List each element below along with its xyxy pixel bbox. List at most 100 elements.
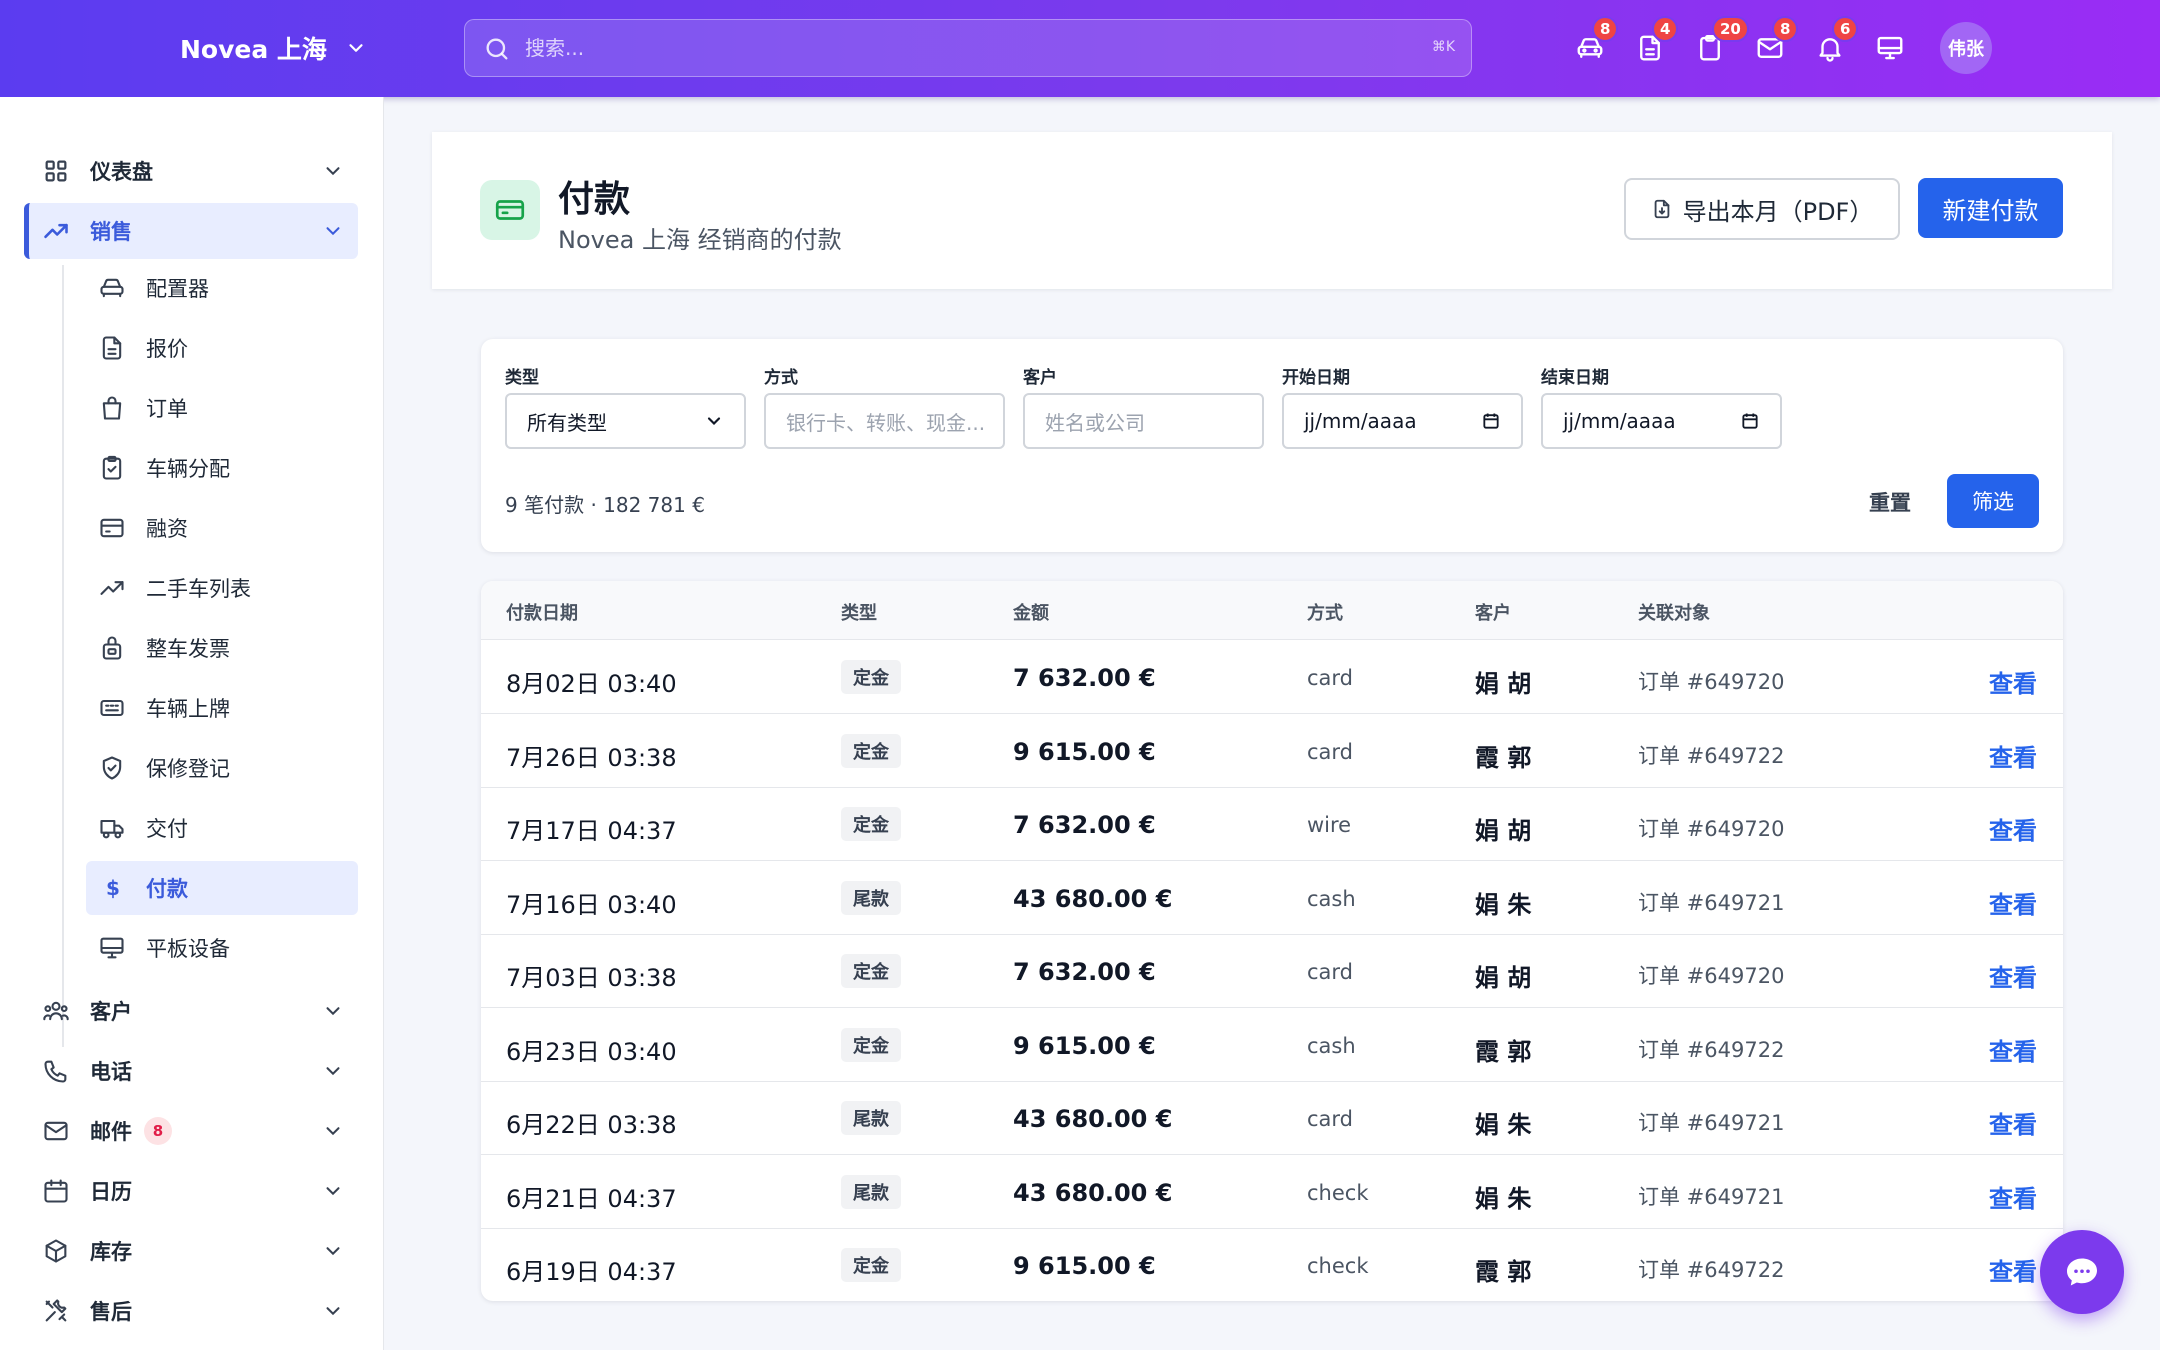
chevron-down-icon — [326, 1127, 340, 1136]
view-link[interactable]: 查看 — [1989, 738, 2037, 773]
filter-panel: 类型 所有类型 方式 银行卡、转账、现金... 客户 姓名或公司 开始日期 jj… — [481, 339, 2063, 552]
table-row[interactable]: 6月22日 03:38 尾款 43 680.00 € card 娟 朱 订单 #64972… — [481, 1081, 2063, 1155]
end-date-input[interactable]: jj/mm/aaaa — [1541, 393, 1782, 449]
payment-date-cell: 6月21日 04:37 — [506, 1184, 677, 1213]
new-payment-button[interactable]: 新建付款 — [1918, 178, 2063, 238]
type-select[interactable]: 所有类型 — [505, 393, 746, 449]
notification-badge: 6 — [1832, 16, 1859, 42]
sidebar-item-orders[interactable]: 订单 — [86, 381, 358, 435]
document-notifications-button[interactable]: 4 — [1632, 16, 1679, 66]
sidebar-item-tablets[interactable]: 平板设备 — [86, 921, 358, 975]
sidebar-item-customers[interactable]: 客户 — [24, 983, 358, 1039]
view-link[interactable]: 查看 — [1989, 885, 2037, 920]
sidebar-item-warranty[interactable]: 保修登记 — [86, 741, 358, 795]
view-link[interactable]: 查看 — [1989, 1179, 2037, 1214]
trending-up-icon — [100, 581, 124, 595]
column-header-related[interactable]: 关联对象 — [1638, 599, 1710, 625]
method-cell: card — [1307, 960, 1354, 984]
alerts-button[interactable]: 6 — [1812, 16, 1859, 66]
sidebar-item-label: 订单 — [146, 397, 188, 421]
sidebar-item-vehicle-invoice[interactable]: 整车发票 — [86, 621, 358, 675]
global-search[interactable]: ⌘K — [464, 19, 1472, 77]
customer-input[interactable]: 姓名或公司 — [1023, 393, 1264, 449]
car-notifications-button[interactable]: 8 — [1572, 16, 1619, 66]
view-link[interactable]: 查看 — [1989, 811, 2037, 846]
payment-type-badge: 尾款 — [841, 880, 901, 915]
chevron-down-icon — [326, 167, 340, 176]
view-link[interactable]: 查看 — [1989, 664, 2037, 699]
export-pdf-button[interactable]: 导出本月（PDF） — [1624, 178, 1900, 240]
dealer-switcher[interactable]: Novea 上海 — [180, 30, 367, 66]
column-header-method[interactable]: 方式 — [1307, 599, 1343, 625]
table-row[interactable]: 7月26日 03:38 定金 9 615.00 € card 霞 郭 订单 #649722… — [481, 714, 2063, 788]
view-link[interactable]: 查看 — [1989, 1032, 2037, 1067]
customer-cell: 娟 胡 — [1475, 817, 1532, 845]
sidebar-item-after-sales[interactable]: 售后 — [24, 1283, 358, 1339]
method-input[interactable]: 银行卡、转账、现金... — [764, 393, 1005, 449]
sidebar-item-dashboard[interactable]: 仪表盘 — [24, 143, 358, 199]
mail-count-badge: 8 — [144, 1117, 172, 1145]
sidebar-item-label: 客户 — [90, 1000, 132, 1024]
amount-cell: 9 615.00 € — [1013, 737, 1156, 766]
sidebar-item-quotes[interactable]: 报价 — [86, 321, 358, 375]
sidebar-item-delivery[interactable]: 交付 — [86, 801, 358, 855]
mail-notifications-button[interactable]: 8 — [1752, 16, 1799, 66]
sidebar-item-label: 邮件 — [90, 1120, 132, 1144]
customer-cell: 娟 朱 — [1475, 890, 1532, 919]
display-button[interactable] — [1872, 30, 1908, 66]
chat-button[interactable] — [2040, 1230, 2124, 1314]
reset-button[interactable]: 重置 — [1869, 487, 1911, 517]
calendar-icon — [44, 1179, 68, 1203]
sidebar-item-label: 销售 — [90, 220, 132, 244]
search-shortcut: ⌘K — [1431, 39, 1455, 55]
method-cell: cash — [1307, 886, 1356, 911]
table-row[interactable]: 6月21日 04:37 尾款 43 680.00 € check 娟 朱 订单 #6497… — [481, 1155, 2063, 1229]
grid-icon — [45, 160, 67, 182]
sidebar-item-label: 仪表盘 — [90, 160, 153, 184]
sidebar-item-payments[interactable]: $ 付款 — [86, 861, 358, 915]
related-order-cell: 订单 #649722 — [1638, 1037, 1785, 1062]
method-cell: cash — [1307, 1033, 1356, 1058]
sidebar-item-label: 库存 — [90, 1240, 132, 1264]
search-input[interactable] — [525, 20, 1385, 76]
sidebar-item-phone[interactable]: 电话 — [24, 1043, 358, 1099]
view-link[interactable]: 查看 — [1989, 1252, 2037, 1287]
user-avatar[interactable]: 伟张 — [1940, 22, 1992, 74]
phone-icon — [44, 1060, 67, 1083]
column-header-amount[interactable]: 金额 — [1013, 599, 1049, 625]
sidebar-item-inventory[interactable]: 库存 — [24, 1223, 358, 1279]
view-link[interactable]: 查看 — [1989, 958, 2037, 993]
sidebar-item-registration[interactable]: 车辆上牌 — [86, 681, 358, 735]
start-date-input[interactable]: jj/mm/aaaa — [1282, 393, 1523, 449]
filter-button[interactable]: 筛选 — [1947, 474, 2039, 528]
table-row[interactable]: 7月16日 03:40 尾款 43 680.00 € cash 娟 朱 订单 #64972… — [481, 861, 2063, 935]
table-row[interactable]: 6月19日 04:37 定金 9 615.00 € check 霞 郭 订单 #64972… — [481, 1228, 2063, 1301]
notification-badge: 8 — [1772, 16, 1799, 42]
view-link[interactable]: 查看 — [1989, 1105, 2037, 1140]
sidebar-item-sales[interactable]: 销售 — [24, 203, 358, 259]
tasks-notifications-button[interactable]: 20 — [1692, 16, 1749, 66]
table-row[interactable]: 7月17日 04:37 定金 7 632.00 € wire 娟 胡 订单 #649720… — [481, 787, 2063, 861]
column-header-customer[interactable]: 客户 — [1475, 599, 1511, 625]
sidebar-item-label: 保修登记 — [146, 757, 230, 781]
sidebar-item-mail[interactable]: 邮件 8 — [24, 1103, 358, 1159]
method-cell: check — [1307, 1180, 1369, 1205]
sidebar-item-configurator[interactable]: 配置器 — [86, 261, 358, 315]
table-row[interactable]: 6月23日 03:40 定金 9 615.00 € cash 霞 郭 订单 #649722… — [481, 1008, 2063, 1082]
related-order-cell: 订单 #649721 — [1638, 1184, 1785, 1209]
table-row[interactable]: 7月03日 03:38 定金 7 632.00 € card 娟 胡 订单 #649720… — [481, 934, 2063, 1008]
method-cell: card — [1307, 1107, 1354, 1131]
sidebar-item-vehicle-allocation[interactable]: 车辆分配 — [86, 441, 358, 495]
top-bar: Novea 上海 ⌘K 8 4 20 8 6 伟张 — [0, 0, 2160, 97]
sidebar-item-calendar[interactable]: 日历 — [24, 1163, 358, 1219]
sidebar-item-financing[interactable]: 融资 — [86, 501, 358, 555]
start-date-value: jj/mm/aaaa — [1304, 409, 1417, 433]
brand-name: Novea 上海 — [180, 35, 327, 64]
column-header-date[interactable]: 付款日期 — [506, 599, 578, 625]
sidebar-item-used-cars[interactable]: 二手车列表 — [86, 561, 358, 615]
chat-bubble-icon — [2067, 1258, 2097, 1286]
payment-type-badge: 尾款 — [841, 1101, 901, 1135]
chevron-down-icon — [349, 44, 363, 52]
table-row[interactable]: 8月02日 03:40 定金 7 632.00 € card 娟 胡 订单 #649720… — [481, 640, 2063, 714]
column-header-type[interactable]: 类型 — [841, 599, 877, 625]
